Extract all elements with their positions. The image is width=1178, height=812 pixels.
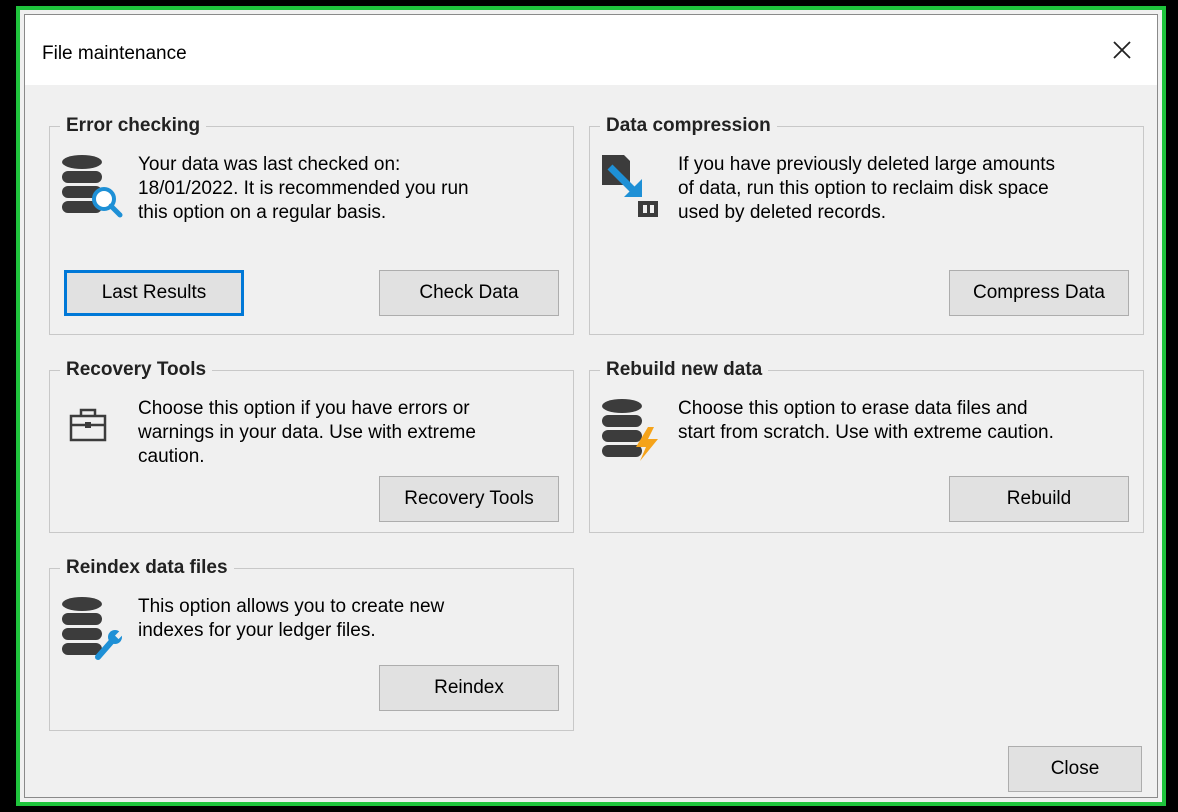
group-title: Rebuild new data xyxy=(600,358,769,382)
title-bar: File maintenance xyxy=(25,15,1157,85)
toolbox-icon xyxy=(68,405,108,450)
group-error-checking: Error checking Your data was last checke… xyxy=(49,114,574,335)
error-checking-description: Your data was last checked on: 18/01/202… xyxy=(138,154,469,223)
file-maintenance-dialog: File maintenance Error checking Your dat… xyxy=(24,14,1158,798)
group-title: Reindex data files xyxy=(60,556,234,580)
group-title: Recovery Tools xyxy=(60,358,213,382)
check-data-button[interactable]: Check Data xyxy=(379,270,559,316)
recovery-tools-button[interactable]: Recovery Tools xyxy=(379,476,559,522)
reindex-description: This option allows you to create new ind… xyxy=(138,596,445,641)
group-recovery-tools: Recovery Tools Choose this option if you… xyxy=(49,358,574,533)
group-rebuild-new-data: Rebuild new data Choose this option to e… xyxy=(589,358,1144,533)
highlight-frame: File maintenance Error checking Your dat… xyxy=(16,6,1166,806)
recovery-tools-description: Choose this option if you have errors or… xyxy=(138,398,476,467)
rebuild-description: Choose this option to erase data files a… xyxy=(678,398,1054,443)
group-title: Data compression xyxy=(600,114,777,138)
group-reindex-data-files: Reindex data files This option allows yo… xyxy=(49,556,574,731)
database-lightning-icon xyxy=(600,397,666,468)
last-results-button[interactable]: Last Results xyxy=(64,270,244,316)
database-wrench-icon xyxy=(60,595,126,666)
group-title: Error checking xyxy=(60,114,207,138)
rebuild-button[interactable]: Rebuild xyxy=(949,476,1129,522)
compress-data-button[interactable]: Compress Data xyxy=(949,270,1129,316)
group-data-compression: Data compression If you have previously … xyxy=(589,114,1144,335)
reindex-button[interactable]: Reindex xyxy=(379,665,559,711)
close-icon[interactable] xyxy=(1105,33,1139,67)
database-search-icon xyxy=(60,153,126,224)
window-title: File maintenance xyxy=(42,43,187,64)
data-compression-description: If you have previously deleted large amo… xyxy=(678,154,1056,223)
compress-icon xyxy=(600,153,666,224)
close-button[interactable]: Close xyxy=(1008,746,1142,792)
